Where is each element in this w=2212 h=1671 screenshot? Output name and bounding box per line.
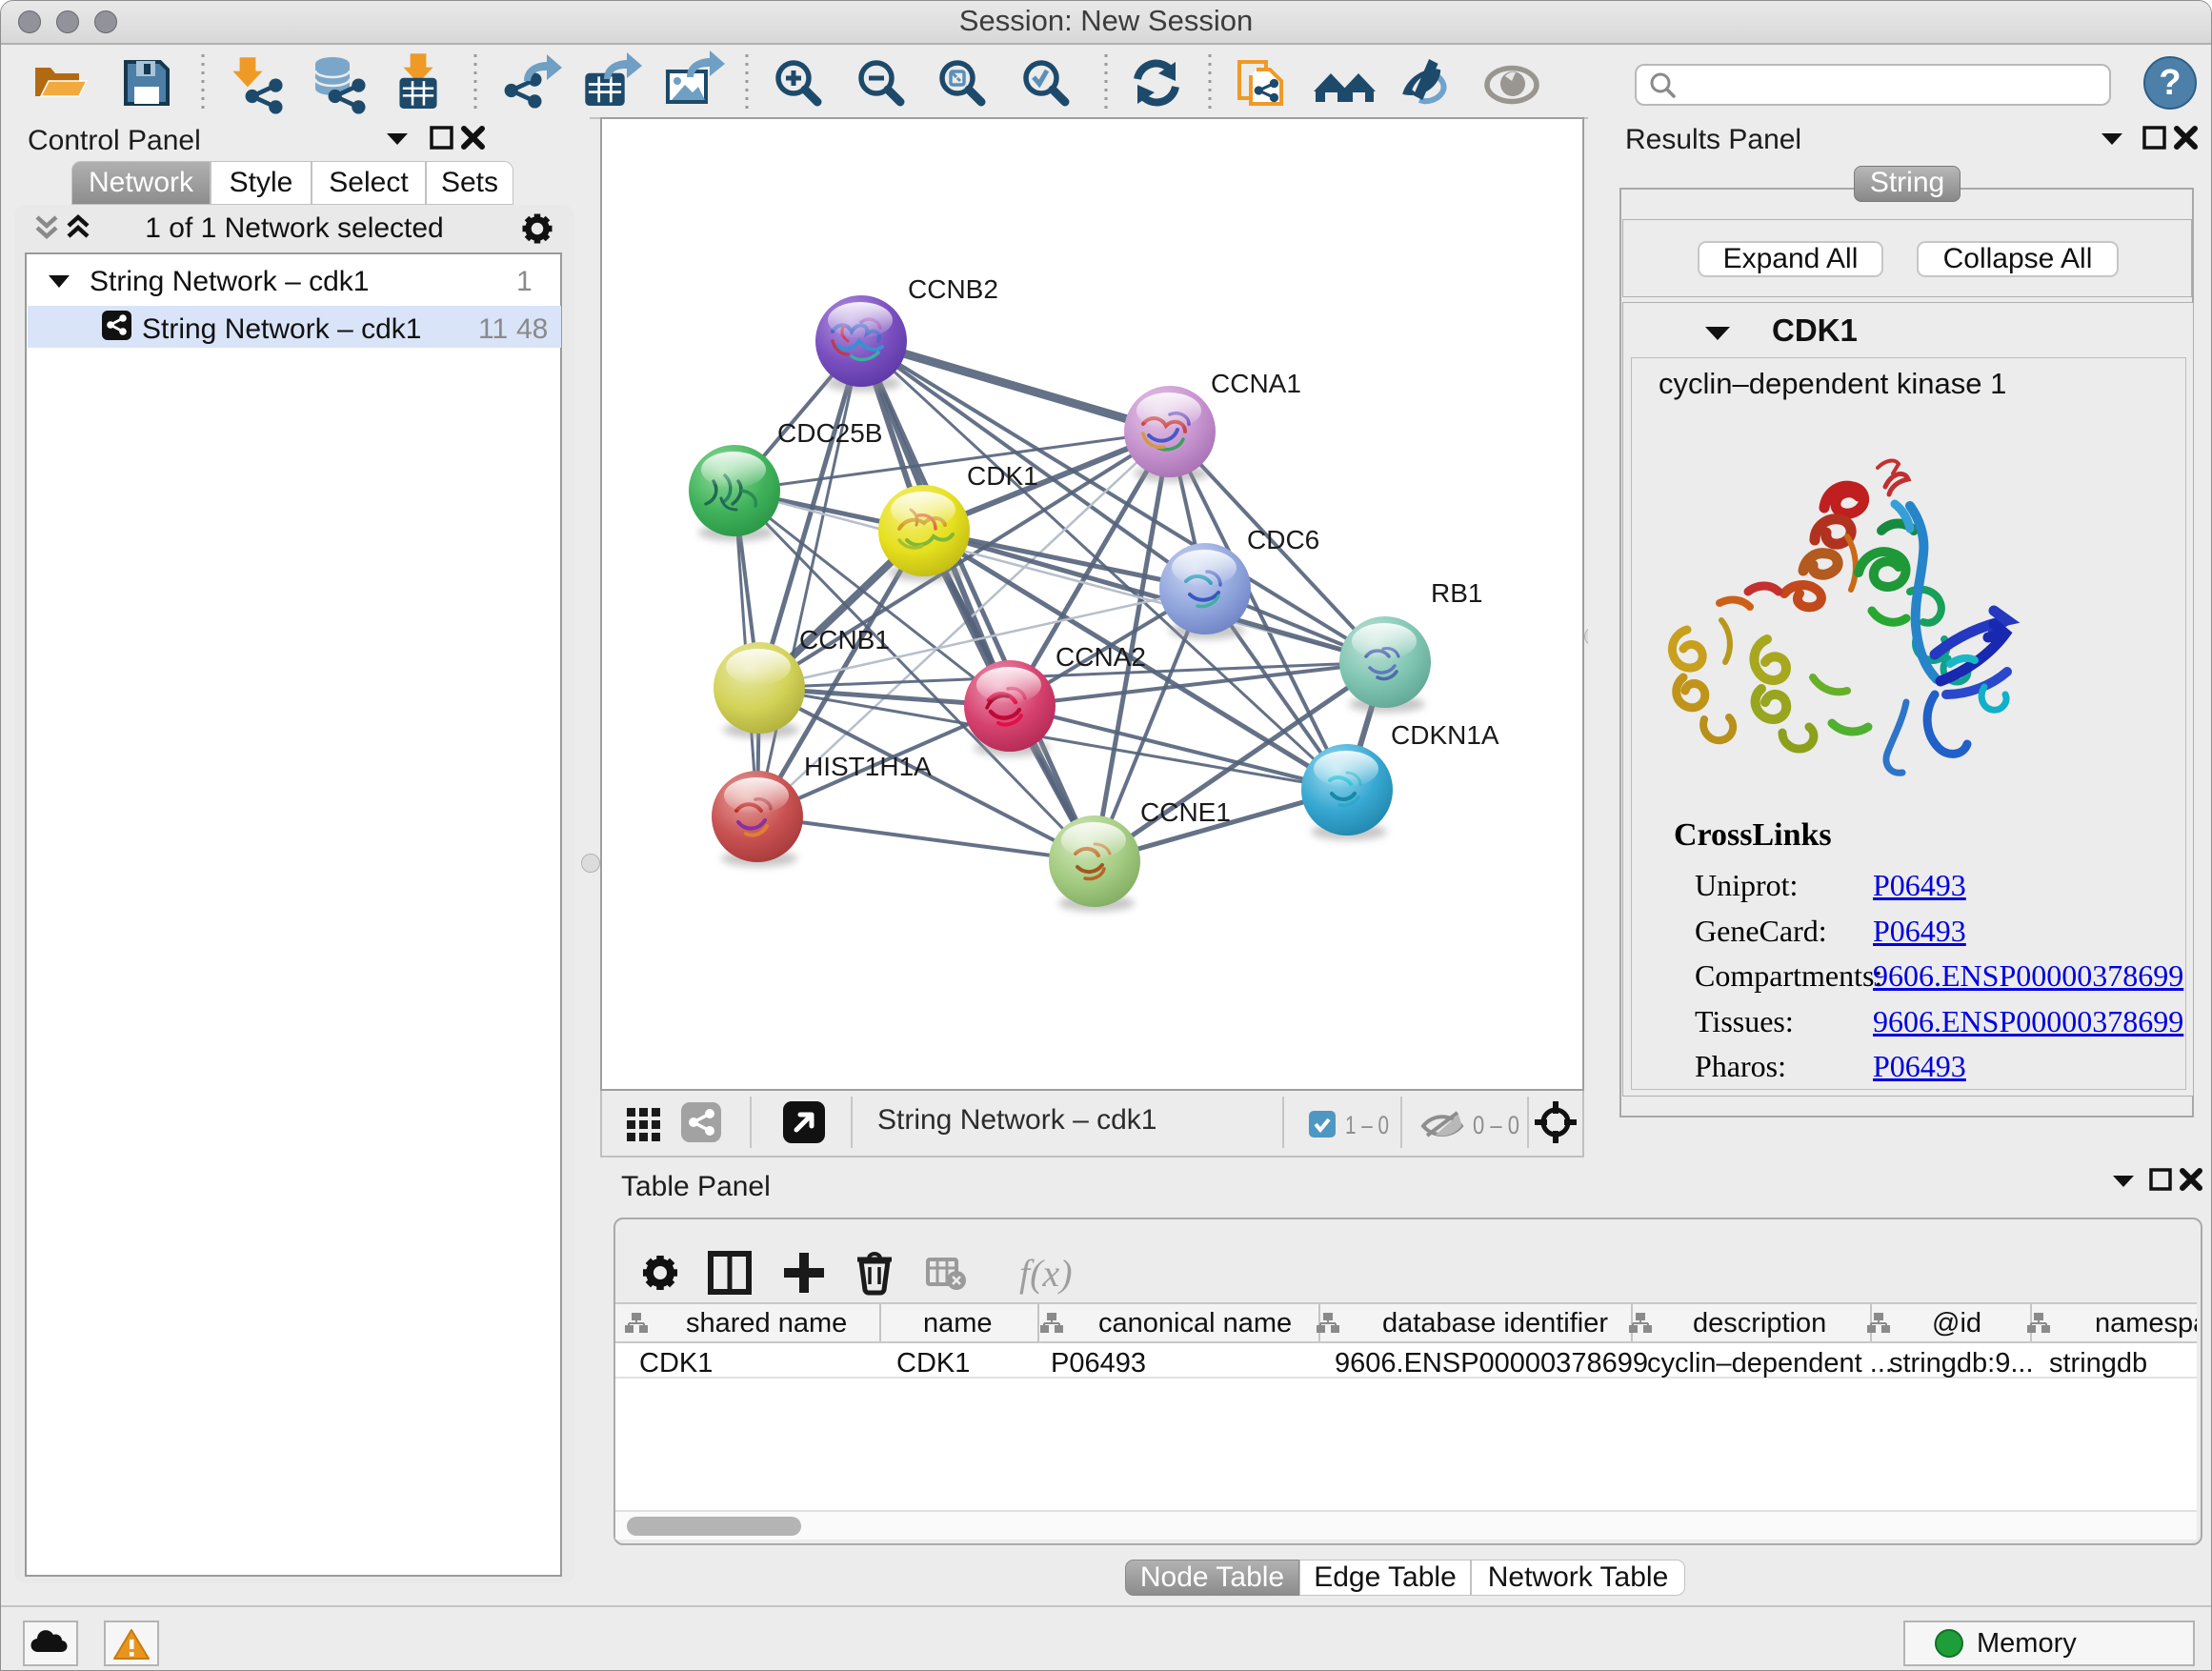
svg-text:stringdb:9...: stringdb:9... bbox=[1889, 1348, 2034, 1379]
svg-text:P06493: P06493 bbox=[1051, 1348, 1146, 1379]
svg-text:stringdb: stringdb bbox=[2049, 1348, 2147, 1379]
svg-text:?: ? bbox=[2159, 63, 2181, 103]
svg-text:RB1: RB1 bbox=[1431, 578, 1482, 608]
svg-text:CCNE1: CCNE1 bbox=[1140, 797, 1231, 827]
svg-text:description: description bbox=[1693, 1308, 1826, 1339]
svg-text:CDC25B: CDC25B bbox=[777, 418, 882, 448]
svg-text:CCNB2: CCNB2 bbox=[908, 274, 998, 304]
svg-text:cyclin–dependent ...: cyclin–dependent ... bbox=[1647, 1348, 1893, 1379]
svg-text:CDKN1A: CDKN1A bbox=[1391, 720, 1499, 750]
svg-text:HIST1H1A: HIST1H1A bbox=[804, 752, 932, 781]
svg-text:namespac: namespac bbox=[2095, 1308, 2197, 1339]
svg-text:@id: @id bbox=[1932, 1308, 1981, 1339]
svg-text:0 – 0: 0 – 0 bbox=[1473, 1111, 1519, 1139]
svg-text:name: name bbox=[923, 1308, 993, 1339]
svg-text:canonical name: canonical name bbox=[1098, 1308, 1292, 1339]
svg-text:CCNA1: CCNA1 bbox=[1211, 369, 1301, 398]
svg-text:9606.ENSP00000378699: 9606.ENSP00000378699 bbox=[1335, 1348, 1648, 1379]
svg-text:1 – 0: 1 – 0 bbox=[1345, 1111, 1389, 1139]
svg-text:f(x): f(x) bbox=[1019, 1252, 1073, 1295]
svg-text:CCNB1: CCNB1 bbox=[799, 625, 890, 654]
svg-text:CCNA2: CCNA2 bbox=[1056, 642, 1146, 672]
svg-text:shared name: shared name bbox=[686, 1308, 847, 1339]
svg-text:CDC6: CDC6 bbox=[1247, 525, 1319, 554]
svg-text:CDK1: CDK1 bbox=[896, 1348, 970, 1379]
svg-text:database identifier: database identifier bbox=[1382, 1308, 1608, 1339]
svg-text:CDK1: CDK1 bbox=[967, 461, 1038, 491]
svg-text:CDK1: CDK1 bbox=[639, 1348, 713, 1379]
